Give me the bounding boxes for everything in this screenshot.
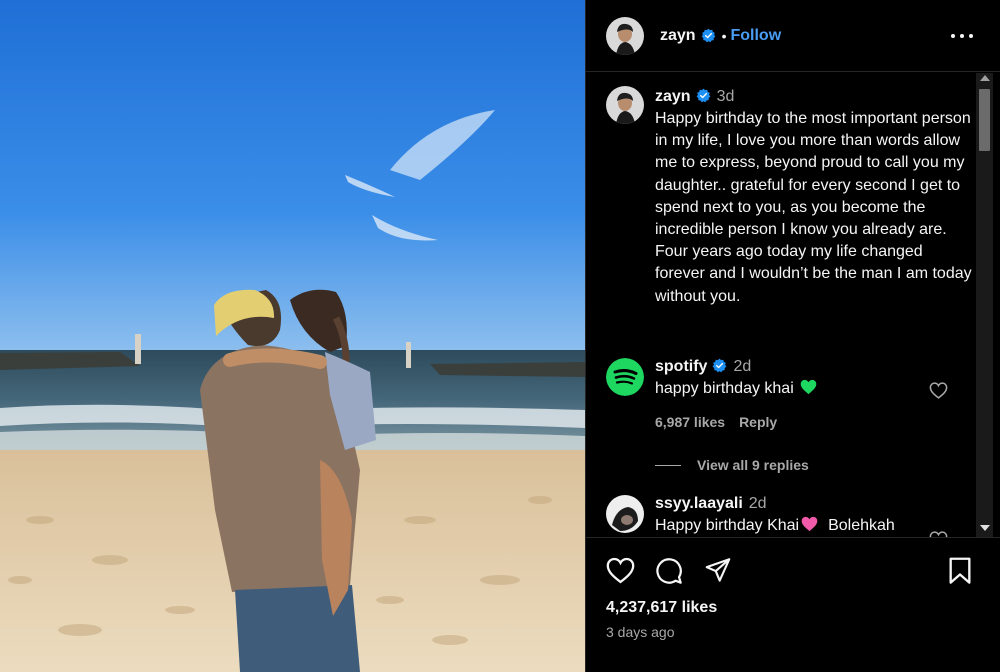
likes-count[interactable]: 4,237,617 likes bbox=[606, 599, 717, 617]
reply-button[interactable]: Reply bbox=[739, 414, 777, 430]
heart-icon[interactable] bbox=[606, 557, 635, 584]
spotify-logo-icon bbox=[606, 358, 644, 396]
post-header: zayn • Follow bbox=[586, 0, 1000, 72]
comments-scrollbar[interactable] bbox=[976, 73, 993, 537]
verified-icon bbox=[713, 358, 727, 373]
caption-text: Happy birthday to the most important per… bbox=[655, 110, 972, 305]
verified-icon bbox=[701, 28, 715, 43]
heart-icon[interactable] bbox=[929, 382, 948, 399]
post-actions: 4,237,617 likes 3 days ago bbox=[586, 537, 1000, 672]
commenter-username[interactable]: ssyy.laayali bbox=[655, 495, 743, 512]
comment-text-continued: Bolehkah bbox=[828, 517, 895, 534]
scroll-down-arrow-icon[interactable] bbox=[980, 525, 990, 531]
author-username[interactable]: zayn bbox=[660, 27, 696, 45]
pink-heart-emoji bbox=[801, 516, 818, 532]
scroll-thumb[interactable] bbox=[979, 89, 990, 151]
comment-text: Happy birthday Khai bbox=[655, 517, 800, 534]
comment-text: happy birthday khai bbox=[655, 380, 794, 397]
more-options-icon[interactable] bbox=[951, 25, 973, 47]
view-replies-label[interactable]: View all 9 replies bbox=[697, 457, 809, 473]
post-panel: zayn • Follow zayn 3d Happy birthday to … bbox=[585, 0, 1000, 672]
green-heart-emoji bbox=[800, 379, 817, 395]
scroll-up-arrow-icon[interactable] bbox=[980, 75, 990, 81]
bookmark-icon[interactable] bbox=[948, 557, 972, 585]
post-date[interactable]: 3 days ago bbox=[606, 624, 675, 640]
post-photo[interactable] bbox=[0, 0, 585, 672]
verified-icon bbox=[696, 88, 710, 103]
comment-time[interactable]: 2d bbox=[749, 495, 767, 512]
follow-button[interactable]: Follow bbox=[730, 27, 781, 45]
caption-time[interactable]: 3d bbox=[717, 88, 735, 105]
beach-photo bbox=[0, 0, 585, 672]
view-replies-button[interactable]: View all 9 replies bbox=[655, 457, 809, 473]
share-icon[interactable] bbox=[704, 557, 732, 584]
comment-time[interactable]: 2d bbox=[733, 358, 751, 375]
author-avatar[interactable] bbox=[606, 16, 644, 55]
comment-icon[interactable] bbox=[655, 557, 683, 585]
separator-dot: • bbox=[721, 27, 727, 44]
caption-username[interactable]: zayn bbox=[655, 88, 691, 105]
comments-list[interactable]: zayn 3d Happy birthday to the most import… bbox=[586, 72, 1000, 537]
comment-likes[interactable]: 6,987 likes bbox=[655, 414, 725, 430]
comment-meta: 6,987 likes Reply bbox=[655, 414, 777, 430]
commenter-avatar[interactable] bbox=[606, 358, 644, 396]
commenter-username[interactable]: spotify bbox=[655, 358, 707, 375]
caption-avatar[interactable] bbox=[606, 86, 644, 124]
commenter-avatar[interactable] bbox=[606, 495, 644, 533]
